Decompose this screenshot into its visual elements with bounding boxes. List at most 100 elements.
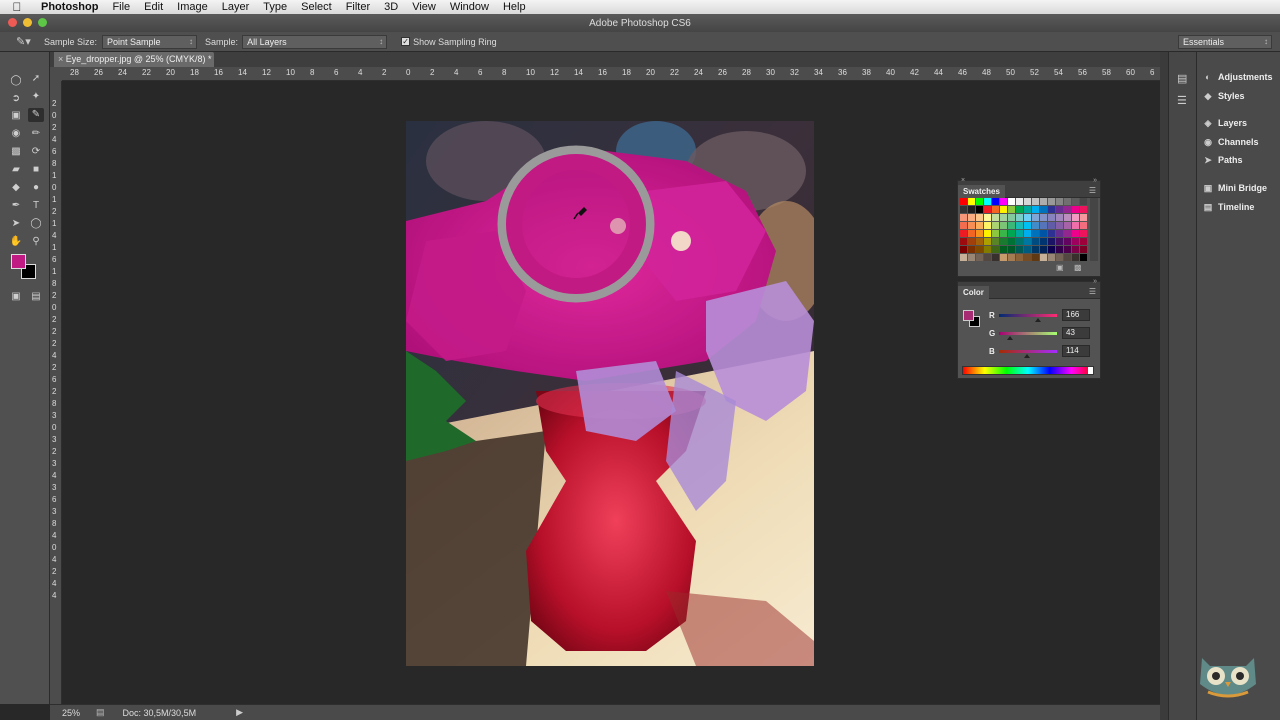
- swatch-cell[interactable]: [992, 246, 999, 253]
- green-slider-thumb[interactable]: [1007, 335, 1013, 340]
- swatch-cell[interactable]: [1024, 238, 1031, 245]
- tab-close-icon[interactable]: ×: [58, 54, 63, 64]
- swatch-cell[interactable]: [1064, 230, 1071, 237]
- green-slider-track[interactable]: [999, 331, 1057, 340]
- swatch-cell[interactable]: [960, 198, 967, 205]
- red-value-input[interactable]: 166: [1062, 309, 1090, 321]
- swatch-cell[interactable]: [1048, 198, 1055, 205]
- swatch-cell[interactable]: [1040, 222, 1047, 229]
- swatch-cell[interactable]: [984, 198, 991, 205]
- swatch-cell[interactable]: [1016, 238, 1023, 245]
- zoom-window-button[interactable]: [38, 18, 47, 27]
- swatch-cell[interactable]: [984, 238, 991, 245]
- swatch-cell[interactable]: [1056, 230, 1063, 237]
- swatch-cell[interactable]: [1064, 238, 1071, 245]
- swatch-cell[interactable]: [1048, 206, 1055, 213]
- marquee-tool-icon[interactable]: ◯: [8, 74, 24, 88]
- zoom-tool-icon[interactable]: ⚲: [28, 235, 44, 249]
- healing-tool-icon[interactable]: ◉: [8, 127, 24, 141]
- swatch-cell[interactable]: [1080, 230, 1087, 237]
- color-menu-icon[interactable]: ☰: [1089, 287, 1096, 296]
- swatch-cell[interactable]: [1040, 246, 1047, 253]
- swatch-cell[interactable]: [1000, 198, 1007, 205]
- swatch-cell[interactable]: [1040, 206, 1047, 213]
- swatch-cell[interactable]: [1040, 230, 1047, 237]
- swatch-cell[interactable]: [1080, 238, 1087, 245]
- quick-mask-icon[interactable]: ▣: [8, 290, 24, 304]
- eyedropper-tool-icon[interactable]: ✎: [28, 108, 44, 122]
- swatch-cell[interactable]: [1056, 222, 1063, 229]
- swatch-cell[interactable]: [1000, 222, 1007, 229]
- dock-channels[interactable]: ◉ Channels: [1203, 135, 1258, 149]
- blue-value-input[interactable]: 114: [1062, 345, 1090, 357]
- blue-slider-track[interactable]: [999, 349, 1057, 358]
- swatch-cell[interactable]: [992, 214, 999, 221]
- eyedropper-tool-preset-icon[interactable]: ✎▾: [16, 35, 34, 48]
- swatch-cell[interactable]: [976, 198, 983, 205]
- swatch-cell[interactable]: [1064, 198, 1071, 205]
- gradient-tool-icon[interactable]: ■: [28, 163, 44, 177]
- swatch-cell[interactable]: [1016, 206, 1023, 213]
- swatch-cell[interactable]: [968, 238, 975, 245]
- dock-layers[interactable]: ◈ Layers: [1203, 116, 1248, 130]
- history-icon[interactable]: ▤: [1177, 72, 1187, 85]
- swatch-cell[interactable]: [984, 230, 991, 237]
- swatch-cell[interactable]: [960, 222, 967, 229]
- dock-adjustments[interactable]: ◐ Adjustments: [1203, 70, 1272, 84]
- apple-menu-icon[interactable]: : [0, 0, 34, 14]
- menu-image[interactable]: Image: [170, 0, 215, 14]
- menu-edit[interactable]: Edit: [137, 0, 170, 14]
- swatch-cell[interactable]: [976, 238, 983, 245]
- swatch-cell[interactable]: [1024, 222, 1031, 229]
- lasso-tool-icon[interactable]: ➲: [8, 92, 24, 106]
- swatch-cell[interactable]: [1072, 246, 1079, 253]
- status-info-icon[interactable]: ▤: [96, 707, 105, 718]
- swatch-cell[interactable]: [1000, 254, 1007, 261]
- foreground-color-swatch[interactable]: [11, 254, 26, 269]
- swatch-cell[interactable]: [1024, 214, 1031, 221]
- green-value-input[interactable]: 43: [1062, 327, 1090, 339]
- sample-select[interactable]: All Layers: [242, 34, 388, 49]
- dock-timeline[interactable]: ▤ Timeline: [1203, 200, 1255, 214]
- magic-wand-tool-icon[interactable]: ✦: [28, 90, 44, 104]
- screen-mode-icon[interactable]: ▤: [28, 290, 44, 304]
- color-collapse-icon[interactable]: »: [1093, 278, 1097, 285]
- swatch-cell[interactable]: [1080, 198, 1087, 205]
- swatch-cell[interactable]: [1056, 198, 1063, 205]
- swatch-cell[interactable]: [1016, 230, 1023, 237]
- properties-icon[interactable]: ☰: [1177, 94, 1187, 107]
- swatch-cell[interactable]: [984, 206, 991, 213]
- swatch-cell[interactable]: [1080, 222, 1087, 229]
- menu-3d[interactable]: 3D: [377, 0, 405, 14]
- swatch-cell[interactable]: [992, 238, 999, 245]
- swatch-cell[interactable]: [968, 214, 975, 221]
- swatch-cell[interactable]: [976, 230, 983, 237]
- swatch-cell[interactable]: [1000, 246, 1007, 253]
- swatch-cell[interactable]: [1072, 206, 1079, 213]
- zoom-level[interactable]: 25%: [62, 708, 80, 718]
- swatch-cell[interactable]: [1024, 198, 1031, 205]
- swatch-cell[interactable]: [976, 246, 983, 253]
- swatch-cell[interactable]: [984, 254, 991, 261]
- swatch-cell[interactable]: [1048, 214, 1055, 221]
- swatch-cell[interactable]: [1040, 254, 1047, 261]
- swatches-collapse-icon[interactable]: »: [1093, 177, 1097, 184]
- swatch-cell[interactable]: [1016, 214, 1023, 221]
- close-window-button[interactable]: [8, 18, 17, 27]
- dodge-tool-icon[interactable]: ●: [28, 181, 44, 195]
- swatch-cell[interactable]: [1048, 238, 1055, 245]
- swatch-cell[interactable]: [1056, 254, 1063, 261]
- path-selection-tool-icon[interactable]: ➤: [8, 217, 24, 231]
- swatch-cell[interactable]: [1048, 230, 1055, 237]
- swatch-cell[interactable]: [976, 222, 983, 229]
- horizontal-ruler[interactable]: 28 26 24 22 20 18 16 14 12 10 8 6 4 2 0 2 4 6 8 10 12 14 16 18 2…: [62, 67, 1160, 81]
- swatch-cell[interactable]: [1064, 206, 1071, 213]
- swatch-cell[interactable]: [1064, 246, 1071, 253]
- swatch-cell[interactable]: [968, 254, 975, 261]
- menu-view[interactable]: View: [405, 0, 443, 14]
- swatch-cell[interactable]: [1000, 206, 1007, 213]
- swatch-cell[interactable]: [1080, 214, 1087, 221]
- swatch-cell[interactable]: [1016, 246, 1023, 253]
- swatch-cell[interactable]: [1000, 214, 1007, 221]
- sample-size-select[interactable]: Point Sample: [102, 34, 198, 49]
